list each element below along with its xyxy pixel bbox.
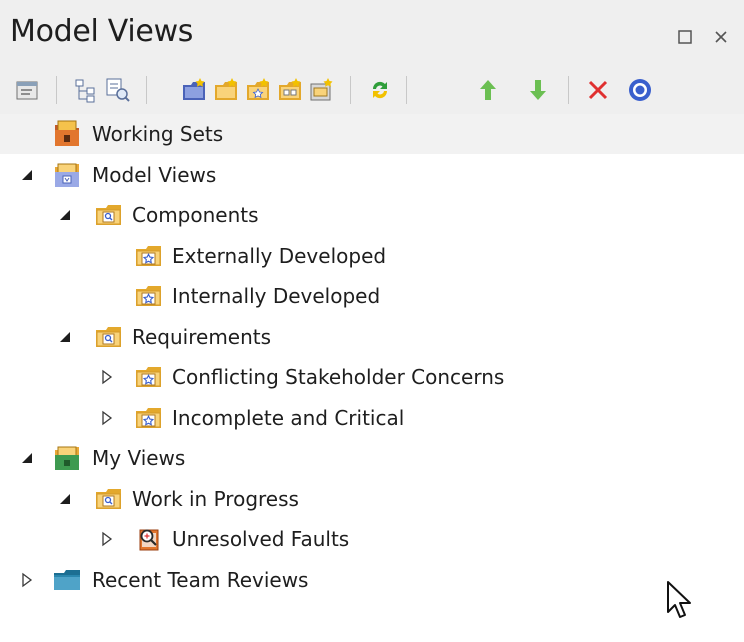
mouse-pointer-icon — [666, 580, 696, 624]
close-icon[interactable] — [710, 26, 732, 48]
search-results-icon — [134, 524, 164, 554]
tree-item-label: Conflicting Stakeholder Concerns — [172, 365, 505, 389]
tree-item-label: Working Sets — [92, 122, 224, 146]
search-folder-icon — [94, 322, 124, 352]
toolbar-separator — [146, 76, 147, 104]
favorite-folder-icon — [134, 403, 164, 433]
working-sets-icon — [52, 119, 82, 149]
favorite-folder-icon — [134, 362, 164, 392]
new-search-folder-icon[interactable] — [244, 76, 272, 104]
tree-item-label: Requirements — [132, 324, 272, 349]
tree-item[interactable]: Incomplete and Critical — [0, 398, 744, 438]
tree-item-label: Components — [132, 203, 259, 227]
tree-item-label: Unresolved Faults — [172, 527, 350, 551]
expanded-arrow-icon[interactable] — [56, 490, 74, 508]
my-views-root-icon — [52, 443, 82, 473]
tree-item[interactable]: Components — [0, 195, 744, 235]
tree-item[interactable]: Externally Developed — [0, 236, 744, 276]
tree-item[interactable]: Work in Progress — [0, 479, 744, 519]
expanded-arrow-icon[interactable] — [56, 328, 74, 346]
delete-icon[interactable] — [584, 76, 612, 104]
move-up-icon[interactable] — [474, 76, 502, 104]
new-package-icon[interactable] — [308, 76, 336, 104]
tree-item[interactable]: Internally Developed — [0, 276, 744, 316]
tree-item-label: Incomplete and Critical — [172, 405, 405, 430]
expanded-arrow-icon[interactable] — [56, 206, 74, 224]
tree-item-label: Externally Developed — [172, 243, 387, 268]
expanded-arrow-icon[interactable] — [18, 166, 36, 184]
tree-item-label: Recent Team Reviews — [92, 567, 309, 592]
restore-icon[interactable] — [674, 26, 696, 48]
new-view-icon[interactable] — [180, 76, 208, 104]
tree-item[interactable]: My Views — [0, 438, 744, 478]
tree-item-label: Model Views — [92, 162, 217, 187]
tree-item[interactable]: Requirements — [0, 317, 744, 357]
toolbar-separator — [56, 76, 57, 104]
tree-item[interactable]: Recent Team Reviews — [0, 560, 744, 600]
collapsed-arrow-icon[interactable] — [98, 368, 116, 386]
new-slideshow-icon[interactable] — [276, 76, 304, 104]
collapsed-arrow-icon[interactable] — [18, 571, 36, 589]
favorite-folder-icon — [134, 281, 164, 311]
toolbar-separator — [568, 76, 569, 104]
search-folder-icon — [94, 484, 124, 514]
collapsed-arrow-icon[interactable] — [98, 409, 116, 427]
toolbar — [0, 62, 744, 116]
toolbar-separator — [406, 76, 407, 104]
refresh-icon[interactable] — [366, 76, 394, 104]
tree-item[interactable]: Conflicting Stakeholder Concerns — [0, 357, 744, 397]
team-reviews-icon — [52, 565, 82, 595]
panel-title-bar: Model Views — [0, 0, 744, 62]
move-down-icon[interactable] — [524, 76, 552, 104]
tree-view-icon[interactable] — [72, 76, 100, 104]
help-icon[interactable] — [626, 76, 654, 104]
search-folder-icon — [94, 200, 124, 230]
properties-icon[interactable] — [14, 76, 42, 104]
favorite-folder-icon — [134, 241, 164, 271]
model-views-panel: Model Views Working Sets Model Views Com… — [0, 0, 744, 642]
expanded-arrow-icon[interactable] — [18, 449, 36, 467]
tree-item[interactable]: Model Views — [0, 155, 744, 195]
tree-item-label: Internally Developed — [172, 284, 381, 308]
new-folder-icon[interactable] — [212, 76, 240, 104]
toolbar-separator — [350, 76, 351, 104]
panel-title: Model Views — [10, 14, 194, 49]
model-views-root-icon — [52, 160, 82, 190]
find-element-icon[interactable] — [104, 76, 132, 104]
tree-item-label: Work in Progress — [132, 486, 299, 511]
tree-item[interactable]: Unresolved Faults — [0, 519, 744, 559]
tree-item[interactable]: Working Sets — [0, 114, 744, 154]
collapsed-arrow-icon[interactable] — [98, 530, 116, 548]
tree-item-label: My Views — [92, 446, 186, 470]
